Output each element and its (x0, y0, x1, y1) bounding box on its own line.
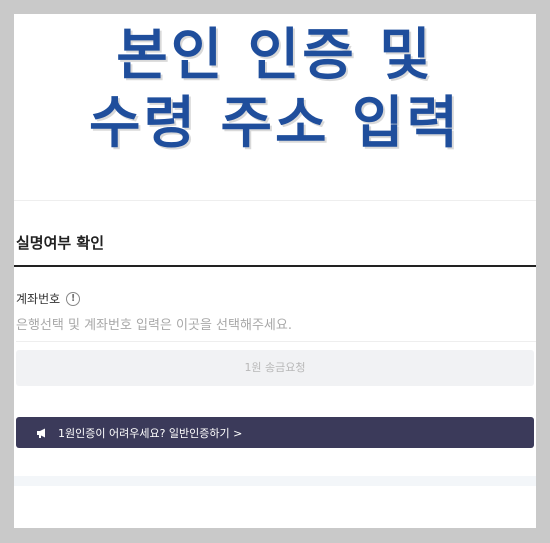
account-number-label-text: 계좌번호 (16, 292, 61, 306)
screen-card: 본인 인증 및 수령 주소 입력 실명여부 확인 계좌번호 ! 은행선택 및 계… (14, 14, 536, 528)
headline-line-2: 수령 주소 입력 (88, 91, 462, 156)
top-divider (14, 200, 536, 201)
headline-line-1: 본인 인증 및 (116, 23, 434, 88)
section-divider (14, 265, 536, 267)
account-select-field[interactable]: 은행선택 및 계좌번호 입력은 이곳을 선택해주세요. (16, 316, 536, 342)
headline-banner: 본인 인증 및 수령 주소 입력 (14, 22, 536, 158)
account-number-label: 계좌번호 ! (16, 290, 81, 307)
send-one-won-button[interactable]: 1원 송금요청 (16, 350, 534, 386)
general-verification-banner[interactable]: 1원인증이 어려우세요? 일반인증하기 > (16, 417, 534, 448)
megaphone-icon (37, 428, 45, 438)
bottom-band (14, 476, 536, 486)
info-circle-icon[interactable]: ! (66, 291, 81, 306)
general-verification-banner-label: 1원인증이 어려우세요? 일반인증하기 > (58, 426, 243, 440)
section-title: 실명여부 확인 (16, 234, 105, 252)
